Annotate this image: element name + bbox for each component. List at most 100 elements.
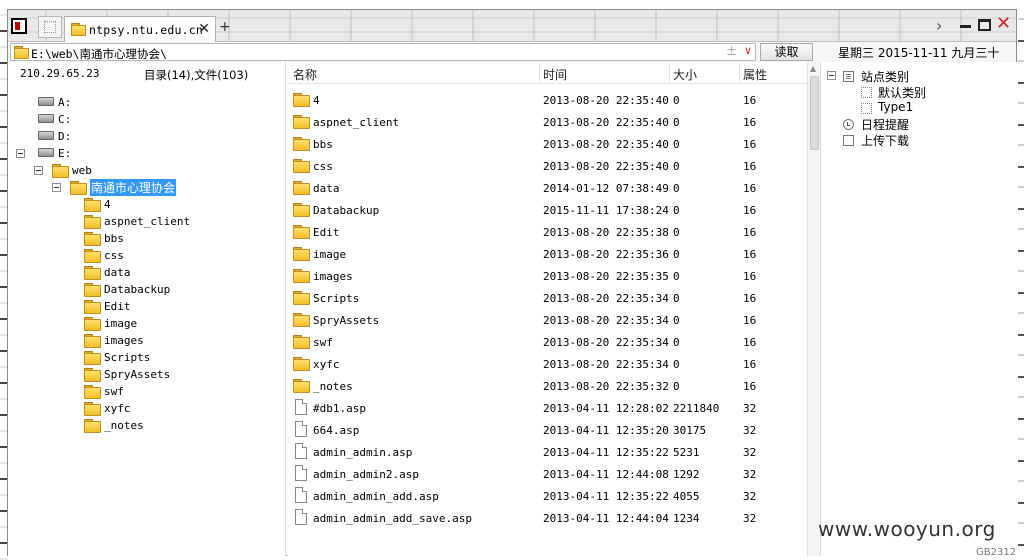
tree-item[interactable]: bbs	[70, 230, 278, 247]
file-attr: 16	[743, 336, 757, 349]
col-attr-header[interactable]: 属性	[743, 66, 767, 83]
tree-item[interactable]: image	[70, 315, 278, 332]
blank-tab[interactable]	[38, 16, 62, 38]
file-name: bbs	[313, 138, 333, 151]
file-row[interactable]: Scripts 2013-08-20 22:35:34 0 16	[287, 287, 807, 309]
column-divider[interactable]	[669, 64, 670, 82]
app-logo-icon[interactable]	[11, 18, 27, 34]
tree-item[interactable]: images	[70, 332, 278, 349]
vertical-scrollbar[interactable]: ▲	[807, 62, 820, 556]
tree-item[interactable]: Scripts	[70, 349, 278, 366]
tab-scroll-right-icon[interactable]: ›	[936, 16, 942, 35]
scroll-thumb[interactable]	[810, 76, 819, 150]
tree-item[interactable]: web	[34, 162, 278, 179]
collapse-icon[interactable]	[52, 183, 61, 192]
column-divider[interactable]	[539, 64, 540, 82]
chevron-down-icon[interactable]: ∨	[744, 44, 752, 57]
file-row[interactable]: Databackup 2015-11-11 17:38:24 0 16	[287, 199, 807, 221]
close-window-icon[interactable]: ✕	[996, 13, 1011, 34]
file-row[interactable]: _notes 2013-08-20 22:35:32 0 16	[287, 375, 807, 397]
file-row[interactable]: xyfc 2013-08-20 22:35:34 0 16	[287, 353, 807, 375]
category-icon	[861, 103, 872, 114]
tree-item[interactable]: A:	[16, 94, 278, 111]
add-bookmark-icon[interactable]: ±	[726, 44, 737, 59]
file-icon	[295, 509, 307, 525]
file-row[interactable]: SpryAssets 2013-08-20 22:35:34 0 16	[287, 309, 807, 331]
folder-icon	[84, 351, 101, 365]
tab-close-icon[interactable]: ✕	[198, 21, 210, 37]
file-row[interactable]: Edit 2013-08-20 22:35:38 0 16	[287, 221, 807, 243]
file-row[interactable]: swf 2013-08-20 22:35:34 0 16	[287, 331, 807, 353]
scroll-up-icon[interactable]: ▲	[810, 64, 816, 73]
tree-item-label: swf	[104, 385, 124, 398]
directory-tree-panel: 210.29.65.23 目录(14),文件(103) A: C: D: E: web 南…	[8, 62, 286, 556]
maximize-icon[interactable]	[978, 19, 991, 31]
collapse-icon[interactable]	[827, 71, 836, 80]
tree-item-label: css	[104, 249, 124, 262]
tree-item[interactable]: xyfc	[70, 400, 278, 417]
col-name-header[interactable]: 名称	[293, 66, 317, 83]
folder-icon	[71, 23, 86, 36]
tree-item-label: Scripts	[104, 351, 151, 364]
file-row[interactable]: admin_admin2.asp 2013-04-11 12:44:08 1292 3…	[287, 463, 807, 485]
file-name: images	[313, 270, 353, 283]
collapse-icon[interactable]	[34, 166, 43, 175]
folder-icon	[293, 291, 310, 305]
file-size: 0	[673, 358, 680, 371]
tab-site[interactable]: ntpsy.ntu.edu.cn ✕	[64, 16, 216, 42]
folder-icon	[293, 247, 310, 261]
folder-icon	[293, 225, 310, 239]
file-time: 2013-04-11 12:35:22	[543, 490, 669, 503]
file-row[interactable]: data 2014-01-12 07:38:49 0 16	[287, 177, 807, 199]
file-name: _notes	[313, 380, 353, 393]
encoding-label[interactable]: GB2312	[976, 547, 1016, 558]
file-row[interactable]: bbs 2013-08-20 22:35:40 0 16	[287, 133, 807, 155]
folder-icon	[84, 317, 101, 331]
file-row[interactable]: images 2013-08-20 22:35:35 0 16	[287, 265, 807, 287]
tree-item-label: xyfc	[104, 402, 131, 415]
tree-item[interactable]: swf	[70, 383, 278, 400]
file-row[interactable]: 664.asp 2013-04-11 12:35:20 30175 32	[287, 419, 807, 441]
file-attr: 16	[743, 204, 757, 217]
tree-item-label: D:	[58, 130, 72, 143]
read-button[interactable]: 读取	[760, 43, 813, 61]
blank-icon	[843, 135, 854, 146]
folder-icon	[293, 379, 310, 393]
file-row[interactable]: admin_admin_add_save.asp 2013-04-11 12:44…	[287, 507, 807, 529]
tree-item[interactable]: 4	[70, 196, 278, 213]
collapse-icon[interactable]	[16, 149, 25, 158]
folder-icon	[293, 313, 310, 327]
tree-item[interactable]: aspnet_client	[70, 213, 278, 230]
file-attr: 16	[743, 160, 757, 173]
folder-icon	[293, 159, 310, 173]
file-row[interactable]: #db1.asp 2013-04-11 12:28:02 2211840 32	[287, 397, 807, 419]
file-manager-window: ntpsy.ntu.edu.cn ✕ + › ✕ E:\web\南通市心理协会\…	[7, 9, 1017, 558]
tree-item[interactable]: E:	[16, 145, 278, 162]
folder-icon	[293, 335, 310, 349]
file-list-header: 名称 时间 大小 属性	[287, 62, 807, 84]
new-tab-icon[interactable]: +	[219, 19, 231, 35]
tree-item[interactable]: 南通市心理协会	[52, 179, 278, 196]
folder-icon	[84, 368, 101, 382]
file-row[interactable]: admin_admin.asp 2013-04-11 12:35:22 5231 32	[287, 441, 807, 463]
tree-item[interactable]: css	[70, 247, 278, 264]
column-divider[interactable]	[739, 64, 740, 82]
tree-item[interactable]: SpryAssets	[70, 366, 278, 383]
file-row[interactable]: 4 2013-08-20 22:35:40 0 16	[287, 89, 807, 111]
tree-item[interactable]: _notes	[70, 417, 278, 434]
file-row[interactable]: aspnet_client 2013-08-20 22:35:40 0 16	[287, 111, 807, 133]
drive-icon	[38, 114, 54, 123]
file-row[interactable]: admin_admin_add.asp 2013-04-11 12:35:22 40…	[287, 485, 807, 507]
tree-item[interactable]: Databackup	[70, 281, 278, 298]
tree-item[interactable]: C:	[16, 111, 278, 128]
tree-item[interactable]: Edit	[70, 298, 278, 315]
col-size-header[interactable]: 大小	[673, 66, 697, 83]
col-time-header[interactable]: 时间	[543, 66, 567, 83]
path-input[interactable]: E:\web\南通市心理协会\ ± ∨	[10, 43, 756, 61]
tree-item[interactable]: D:	[16, 128, 278, 145]
file-row[interactable]: image 2013-08-20 22:35:36 0 16	[287, 243, 807, 265]
tree-item[interactable]: data	[70, 264, 278, 281]
minimize-icon[interactable]	[960, 16, 972, 30]
file-row[interactable]: css 2013-08-20 22:35:40 0 16	[287, 155, 807, 177]
tree-item-label: E:	[58, 147, 72, 160]
